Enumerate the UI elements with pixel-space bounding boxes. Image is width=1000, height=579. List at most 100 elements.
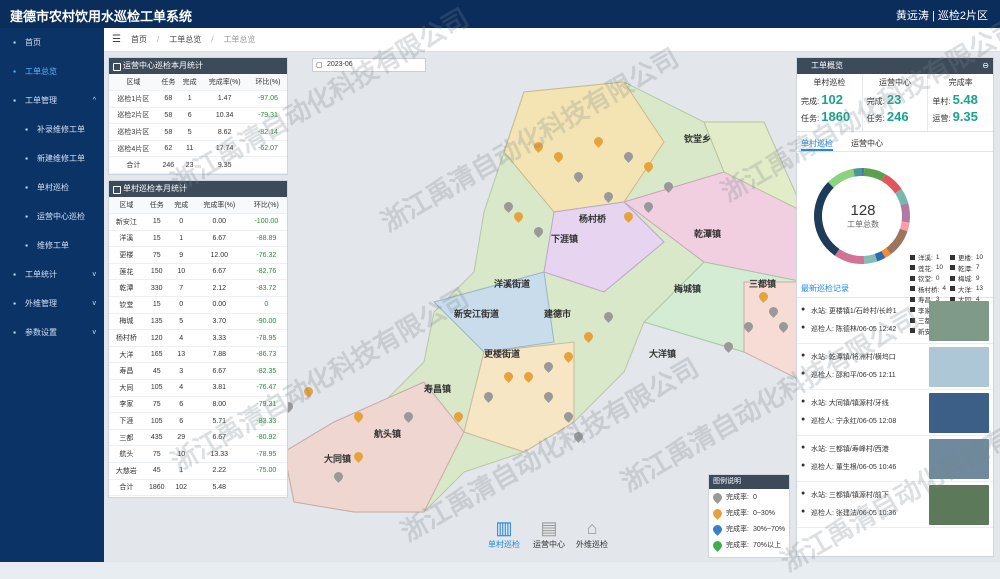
month-picker[interactable]: ▢ 2023-06: [312, 58, 426, 72]
table-cell: 钦堂: [109, 296, 144, 314]
table-cell: 435: [143, 429, 170, 447]
donut-area: 128 工单总数 洋溪: 1 更楼: 10 莲花: 10 乾潭: 7 钦堂: 0 梅城: 9 杨村桥: 4…: [797, 152, 993, 336]
sidebar-item-0[interactable]: ▪ 首页: [0, 28, 104, 57]
table-cell: 330: [143, 279, 170, 298]
table-cell: 5.71: [192, 412, 246, 430]
record-item[interactable]: ● 水站: 三都镇/寿峰村/西港 ● 巡检人: 董生根/06-05 10:46: [797, 436, 993, 482]
sidebar-item-10[interactable]: ▪ 参数设置 v: [0, 318, 104, 347]
table-cell: 4: [169, 379, 193, 397]
record-photo[interactable]: [929, 347, 989, 387]
pin-icon: [711, 522, 724, 536]
summary-title: 完成率: [948, 78, 973, 87]
sidebar-item-1[interactable]: ▪ 工单总览: [0, 57, 104, 86]
column-header: 区域: [109, 197, 144, 215]
table-cell: 105: [143, 412, 170, 430]
table-cell: -83.33: [245, 412, 287, 430]
table-cell: 3.33: [192, 329, 246, 347]
location-icon: ●: [801, 398, 806, 405]
nav-village-inspection[interactable]: ▥ 单村巡检: [488, 518, 520, 550]
table-cell: 乾潭: [109, 279, 144, 298]
summary-value: 5.48: [952, 92, 978, 107]
pin-icon: [711, 506, 724, 520]
summary-value: 102: [821, 92, 843, 107]
sidebar-item-8[interactable]: ▪ 工单统计 v: [0, 260, 104, 289]
record-item[interactable]: ● 水站: 乾潭镇/将洲村/横坞口 ● 巡检人: 邵和平/06-05 12:11: [797, 344, 993, 390]
record-item[interactable]: ● 水站: 三都镇/镇源村/前下 ● 巡检人: 张建法/06-05 10:36: [797, 482, 993, 528]
table-cell: 68: [157, 90, 179, 108]
record-photo[interactable]: [929, 393, 989, 433]
table-cell: 15: [143, 230, 170, 248]
document-icon: ▪: [25, 154, 28, 163]
sidebar-item-label: 工单统计: [25, 270, 57, 279]
breadcrumb: ☰ 首页 / 工单总览 / 工单总览: [104, 28, 1000, 52]
table-cell: 75: [143, 445, 170, 463]
summary-label: 完成:: [866, 97, 885, 106]
record-photo[interactable]: [929, 485, 989, 525]
breadcrumb-level1[interactable]: 工单总览: [169, 34, 201, 45]
table-cell: -82.14: [248, 123, 287, 141]
legend-item: 乾潭: 7: [950, 263, 990, 274]
records-list: 最新巡检记录 ● 水站: 更楼镇1/石岭村/长岭1 ● 巡检人: 陈德林/06-…: [797, 280, 993, 528]
sidebar-item-3[interactable]: ▪ 补录维修工单: [0, 115, 104, 144]
table-row: 合计 246 23 9.35: [109, 156, 287, 175]
sidebar-item-5[interactable]: ▪ 单村巡检: [0, 173, 104, 202]
table-cell: 0: [169, 213, 193, 231]
legend-swatch: [910, 254, 915, 260]
sidebar-item-4[interactable]: ▪ 新建维修工单: [0, 144, 104, 173]
record-item[interactable]: ● 水站: 大同镇/镇源村/牙线 ● 巡检人: 宁永红/06-05 12:08: [797, 390, 993, 436]
table-cell: [245, 479, 287, 497]
table-cell: 李家: [109, 396, 144, 414]
donut-slice: [853, 168, 862, 177]
legend-item: 更楼: 10: [950, 252, 990, 263]
table-cell: 大慈岩: [109, 462, 144, 480]
sidebar: ▪ 首页 ▪ 工单总览 ▪ 工单管理 ^ ▪ 补录维修工单 ▪ 新建维修工单 ▪ 单村巡检 ▪ 运营中心巡检…: [0, 28, 104, 562]
legend-swatch: [950, 286, 955, 292]
summary-label: 单村:: [932, 97, 951, 106]
menu-toggle-icon[interactable]: ☰: [112, 34, 121, 45]
sidebar-item-6[interactable]: ▪ 运营中心巡检: [0, 202, 104, 231]
summary-label: 任务:: [801, 114, 820, 123]
table-cell: 15: [143, 296, 170, 314]
table-cell: -88.89: [245, 230, 287, 248]
table-cell: 13: [169, 346, 193, 364]
tab-village[interactable]: 单村巡检: [801, 136, 833, 151]
table-cell: 6.67: [192, 230, 246, 248]
table-row: 杨村桥 120 4 3.33 -78.95: [109, 329, 287, 347]
table-cell: 9.35: [200, 156, 249, 175]
folder-icon: ▪: [13, 299, 16, 308]
user-info[interactable]: 黄远涛 | 巡检2片区: [896, 7, 988, 23]
person-icon: ●: [801, 508, 806, 515]
sidebar-item-9[interactable]: ▪ 外维管理 v: [0, 289, 104, 318]
collapse-icon[interactable]: ⊖: [982, 58, 989, 74]
table-cell: 75: [143, 246, 170, 264]
town-label: 下涯镇: [551, 235, 579, 245]
table-row: 乾潭 330 7 2.12 -83.72: [109, 279, 287, 298]
table-cell: 1: [179, 90, 201, 108]
table-cell: -82.35: [245, 362, 287, 381]
table-row: 更楼 75 9 12.00 -76.32: [109, 246, 287, 264]
column-header: 区域: [109, 74, 158, 92]
sidebar-item-2[interactable]: ▪ 工单管理 ^: [0, 86, 104, 115]
table-cell: 0: [169, 296, 193, 314]
tab-center[interactable]: 运营中心: [851, 136, 883, 151]
breadcrumb-home[interactable]: 首页: [131, 34, 147, 45]
donut-slice: [900, 202, 910, 223]
table-row: 寿昌 45 3 6.67 -82.35: [109, 362, 287, 381]
donut-slice: [886, 228, 908, 255]
table-cell: 62: [157, 140, 179, 158]
table-cell: 135: [143, 313, 170, 331]
table-cell: 3.81: [192, 379, 246, 397]
nav-external-inspection[interactable]: ⌂ 外维巡检: [576, 518, 608, 550]
location-icon: ●: [801, 490, 806, 497]
record-photo[interactable]: [929, 301, 989, 341]
table-row: 航头 75 10 13.33 -78.95: [109, 445, 287, 463]
legend-item: 完成率: 30%~70%: [709, 521, 789, 537]
table-cell: 120: [143, 329, 170, 347]
table-cell: -90.00: [245, 313, 287, 331]
record-photo[interactable]: [929, 439, 989, 479]
nav-center-inspection[interactable]: ▤ 运营中心: [533, 518, 565, 550]
sidebar-item-7[interactable]: ▪ 维修工单: [0, 231, 104, 260]
record-item[interactable]: ● 水站: 更楼镇1/石岭村/长岭1 ● 巡检人: 陈德林/06-05 12:4…: [797, 298, 993, 344]
table-cell: 3: [169, 362, 193, 381]
table-row: 莲花 150 10 6.67 -82.76: [109, 263, 287, 281]
